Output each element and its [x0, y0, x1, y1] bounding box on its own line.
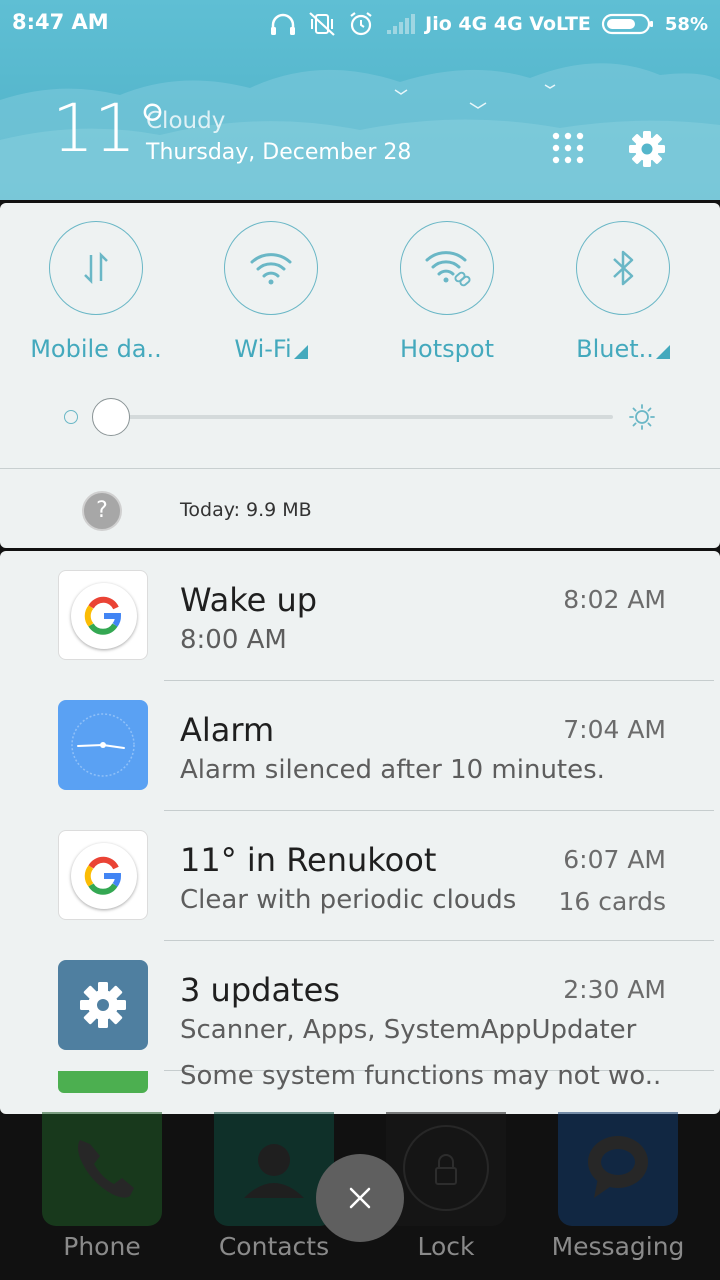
notification-body: Scanner, Apps, SystemAppUpdater: [180, 1015, 637, 1045]
bluetooth-icon: [613, 250, 634, 286]
expand-triangle-icon[interactable]: [655, 345, 670, 359]
app-icon: [58, 960, 148, 1050]
brightness-low-icon: [64, 410, 78, 424]
tile-circle[interactable]: [400, 221, 494, 315]
notification-alarm[interactable]: Alarm Alarm silenced after 10 minutes. 7…: [0, 681, 720, 811]
notification-weather[interactable]: 11° in Renukoot Clear with periodic clou…: [0, 811, 720, 941]
hotspot-icon: [425, 251, 471, 287]
app-icon: [58, 1071, 148, 1093]
tile-circle[interactable]: [224, 221, 318, 315]
expand-triangle-icon[interactable]: [293, 345, 308, 359]
headphones-icon: [271, 13, 296, 35]
quick-settings-panel: Mobile da.. Wi-Fi Hotspot Bluet.. ? Toda…: [0, 203, 720, 548]
data-usage-label[interactable]: Today: 9.9 MB: [180, 499, 312, 521]
tile-label: Bluet..: [576, 335, 654, 363]
close-icon: [349, 1187, 371, 1209]
app-icon: [58, 830, 148, 920]
notification-wake-up[interactable]: Wake up 8:00 AM 8:02 AM: [0, 551, 720, 681]
status-time: 8:47 AM: [12, 10, 109, 34]
tile-label: Mobile da..: [30, 335, 162, 363]
notification-list: Wake up 8:00 AM 8:02 AM Alarm Alarm sile…: [0, 551, 720, 1114]
tile-hotspot[interactable]: Hotspot: [359, 221, 535, 363]
brightness-high-icon: [629, 404, 655, 430]
google-icon: [84, 856, 121, 895]
clear-all-button[interactable]: [316, 1154, 404, 1242]
notification-time: 7:04 AM: [563, 715, 666, 744]
notification-time: 6:07 AM: [563, 845, 666, 874]
contacts-app-icon[interactable]: [214, 1112, 334, 1226]
battery-percent: 58%: [664, 13, 708, 35]
tile-label: Wi-Fi: [234, 335, 292, 363]
tile-circle[interactable]: [576, 221, 670, 315]
settings-gear-icon: [80, 982, 126, 1028]
lock-app-icon[interactable]: [386, 1112, 506, 1226]
clock-icon: [71, 713, 135, 777]
mobile-data-icon: [84, 251, 108, 285]
messaging-app-icon[interactable]: [558, 1112, 678, 1226]
notification-body: Clear with periodic clouds: [180, 885, 517, 915]
notification-count: 16 cards: [558, 887, 666, 916]
dock-label: Lock: [417, 1232, 475, 1261]
dock-label: Phone: [63, 1232, 141, 1261]
app-icon: [58, 700, 148, 790]
grid-icon[interactable]: [550, 130, 586, 166]
notification-time: 8:02 AM: [563, 585, 666, 614]
notification-body: Some system functions may not wo..: [180, 1061, 662, 1091]
date-label: Thursday, December 28: [146, 140, 412, 165]
carrier-label: Jio 4G 4G VoLTE: [425, 13, 591, 35]
notification-partial[interactable]: Some system functions may not wo..: [0, 1061, 720, 1114]
notification-time: 2:30 AM: [563, 975, 666, 1004]
tile-wifi[interactable]: Wi-Fi: [183, 221, 359, 363]
slider-thumb[interactable]: [92, 398, 130, 436]
status-bar: 8:47 AM Jio 4G 4G VoLTE 58%: [0, 0, 720, 48]
divider: [0, 468, 720, 469]
help-icon[interactable]: ?: [82, 491, 122, 531]
wifi-icon: [250, 253, 292, 285]
signal-icon: [387, 14, 416, 34]
vibrate-off-icon: [309, 12, 335, 36]
notification-title: 3 updates: [180, 971, 340, 1009]
tile-label-row: Wi-Fi: [183, 335, 359, 363]
status-icons: Jio 4G 4G VoLTE 58%: [269, 8, 708, 40]
brightness-slider[interactable]: [0, 395, 720, 439]
notification-body: Alarm silenced after 10 minutes.: [180, 755, 605, 785]
tile-circle[interactable]: [49, 221, 143, 315]
tile-mobile-data[interactable]: Mobile da..: [8, 221, 184, 363]
dock-label: Messaging: [551, 1232, 685, 1261]
notification-shade-header: 8:47 AM Jio 4G 4G VoLTE 58% 11° Cloudy T…: [0, 0, 720, 200]
notification-title: 11° in Renukoot: [180, 841, 437, 879]
notification-body: 8:00 AM: [180, 625, 287, 655]
dock-label: Contacts: [218, 1232, 330, 1261]
notification-title: Wake up: [180, 581, 318, 619]
app-icon: [58, 570, 148, 660]
notification-updates[interactable]: 3 updates Scanner, Apps, SystemAppUpdate…: [0, 941, 720, 1071]
google-icon: [84, 596, 121, 635]
tile-bluetooth[interactable]: Bluet..: [535, 221, 711, 363]
phone-app-icon[interactable]: [42, 1112, 162, 1226]
alarm-icon: [350, 12, 372, 36]
tile-label: Hotspot: [400, 335, 494, 363]
battery-icon: [601, 13, 653, 35]
gear-icon[interactable]: [626, 128, 668, 170]
slider-track[interactable]: [110, 415, 613, 419]
tile-label-row: Bluet..: [535, 335, 711, 363]
weather-condition: Cloudy: [146, 108, 226, 134]
notification-title: Alarm: [180, 711, 275, 749]
